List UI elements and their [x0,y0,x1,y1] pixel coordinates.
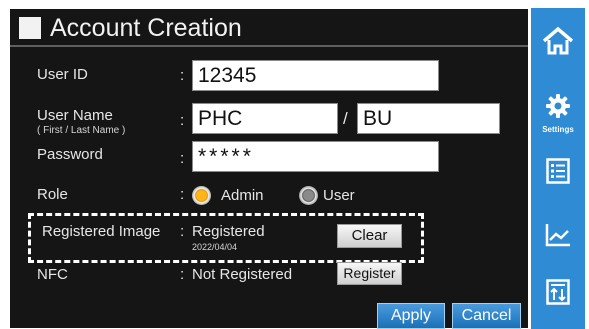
settings-label: Settings [542,124,574,134]
first-name-field[interactable]: PHC [192,103,338,134]
line-chart-icon [545,223,571,252]
sidebar-item-home[interactable] [531,18,585,68]
home-icon [541,26,575,61]
user-name-colon: : [180,112,185,129]
sidebar-item-sort[interactable] [531,272,585,316]
nfc-status: Not Registered [192,266,293,283]
registered-image-status: Registered [192,223,265,240]
password-colon: : [180,150,185,167]
sidebar-item-list[interactable] [531,151,585,195]
nfc-colon: : [180,266,185,283]
last-name-field[interactable]: BU [357,103,500,134]
apply-button[interactable]: Apply [377,303,445,329]
screen: Account Creation User ID : 12345 User Na… [0,0,589,329]
sidebar-item-settings[interactable]: Settings [531,88,585,138]
list-icon [546,157,570,189]
gear-icon [545,93,571,124]
role-colon: : [180,186,185,203]
title-bar: Account Creation [10,9,528,47]
sort-icon [546,278,570,310]
clear-button[interactable]: Clear [337,224,402,248]
password-label: Password [37,146,103,163]
user-name-sublabel: ( First / Last Name ) [37,125,126,136]
title-square-icon [19,17,41,39]
role-admin-radio[interactable] [192,186,211,205]
sidebar: Settings [531,8,585,329]
role-label: Role [37,186,68,203]
page-title: Account Creation [50,14,242,42]
user-id-field[interactable]: 12345 [192,60,439,91]
role-user-label[interactable]: User [323,187,355,205]
user-name-label: User Name [37,107,113,124]
sidebar-item-chart[interactable] [531,215,585,259]
user-id-label: User ID [37,66,88,83]
registered-image-date: 2022/04/04 [192,242,238,252]
register-button[interactable]: Register [337,262,402,285]
registered-image-colon: : [180,223,185,240]
registered-image-label: Registered Image [42,223,161,240]
password-field[interactable]: ***** [192,141,439,172]
nfc-label: NFC [37,266,68,283]
role-admin-label[interactable]: Admin [221,187,264,205]
name-separator: / [343,109,348,128]
cancel-button[interactable]: Cancel [452,303,521,329]
user-id-colon: : [180,67,185,84]
role-user-radio[interactable] [299,186,318,205]
account-creation-panel: Account Creation User ID : 12345 User Na… [10,9,528,329]
